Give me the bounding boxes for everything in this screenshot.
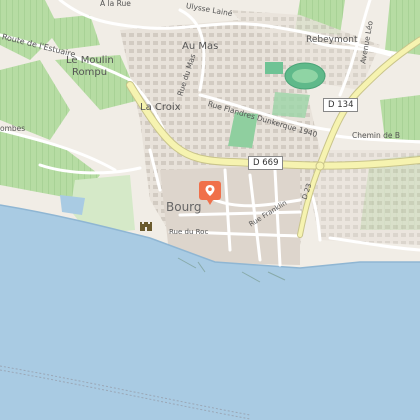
street-label-ombes: ombes xyxy=(0,124,26,133)
street-label-a-la-rue: À la Rue xyxy=(100,0,131,8)
road-shield-d134: D 134 xyxy=(323,98,359,112)
road-shield-d669: D 669 xyxy=(248,156,284,170)
street-label-rue-du-roc: Rue du Roc xyxy=(169,228,209,236)
castle-icon xyxy=(139,218,153,232)
place-label-la-croix: La Croix xyxy=(140,102,181,113)
place-label-rebeymont: Rebeymont xyxy=(306,35,358,45)
map-canvas[interactable]: Bourg Au Mas Le Moulin Rompu La Croix Re… xyxy=(0,0,420,420)
place-label-bourg: Bourg xyxy=(166,200,202,214)
street-label-chemin: Chemin de B xyxy=(352,131,401,140)
place-label-au-mas: Au Mas xyxy=(182,41,219,52)
map-base xyxy=(0,0,420,420)
place-label-moulin-2: Rompu xyxy=(72,67,108,78)
map-pin-icon[interactable] xyxy=(199,181,221,205)
